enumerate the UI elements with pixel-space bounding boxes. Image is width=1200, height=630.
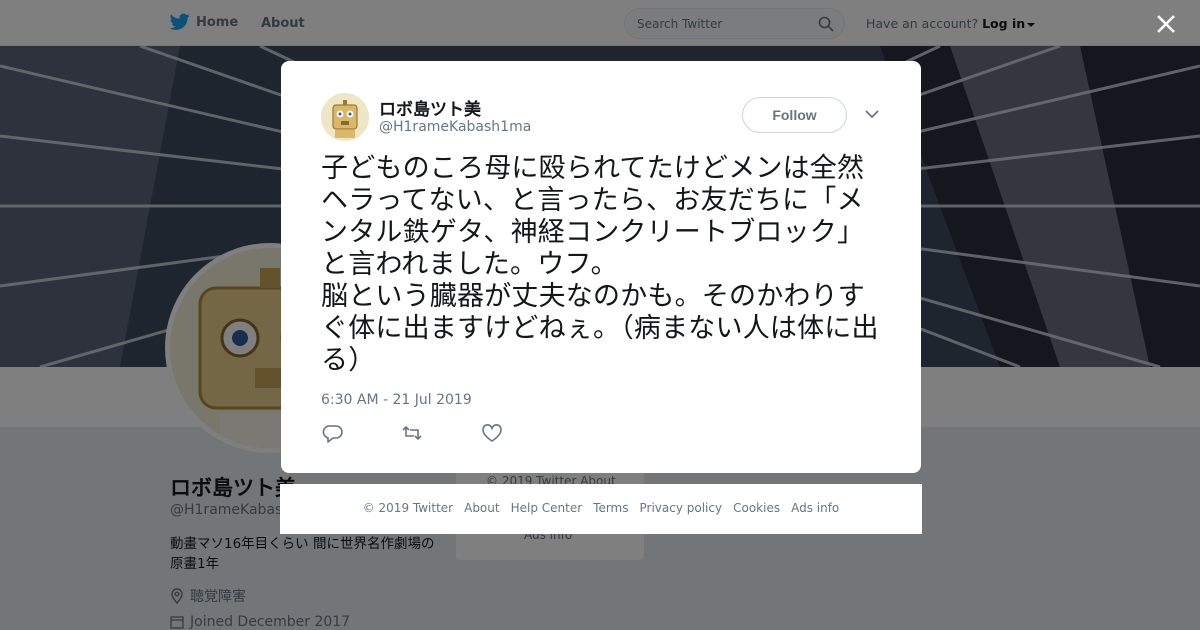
footer-link-ads-info[interactable]: Ads info — [791, 501, 839, 515]
footer-copyright: © 2019 Twitter — [362, 501, 454, 515]
follow-button[interactable]: Follow — [742, 97, 847, 133]
footer-link-terms[interactable]: Terms — [593, 501, 628, 515]
robot-avatar-small — [321, 93, 369, 141]
chevron-down-icon[interactable] — [865, 109, 879, 119]
close-icon[interactable] — [1152, 10, 1180, 38]
tweet-author-avatar[interactable] — [321, 93, 369, 141]
modal-footer: © 2019 Twitter About Help Center Terms P… — [280, 484, 922, 534]
tweet-modal: ロボ島ツト美 @H1rameKabash1ma Follow 子どものころ母に殴… — [281, 61, 921, 473]
tweet-author-handle[interactable]: @H1rameKabash1ma — [379, 119, 531, 135]
footer-link-privacy[interactable]: Privacy policy — [640, 501, 723, 515]
like-icon[interactable] — [481, 423, 503, 443]
retweet-icon[interactable] — [401, 423, 423, 443]
reply-icon[interactable] — [322, 423, 344, 443]
tweet-timestamp[interactable]: 6:30 AM - 21 Jul 2019 — [321, 392, 472, 408]
tweet-author-name[interactable]: ロボ島ツト美 — [379, 95, 481, 120]
footer-link-help-center[interactable]: Help Center — [511, 501, 583, 515]
footer-links: © 2019 Twitter About Help Center Terms P… — [280, 501, 922, 515]
tweet-text: 子どものころ母に殴られてたけどメンは全然ヘラってない、と言ったら、お友だちに「メ… — [321, 153, 879, 376]
footer-link-cookies[interactable]: Cookies — [733, 501, 780, 515]
footer-link-about[interactable]: About — [464, 501, 499, 515]
